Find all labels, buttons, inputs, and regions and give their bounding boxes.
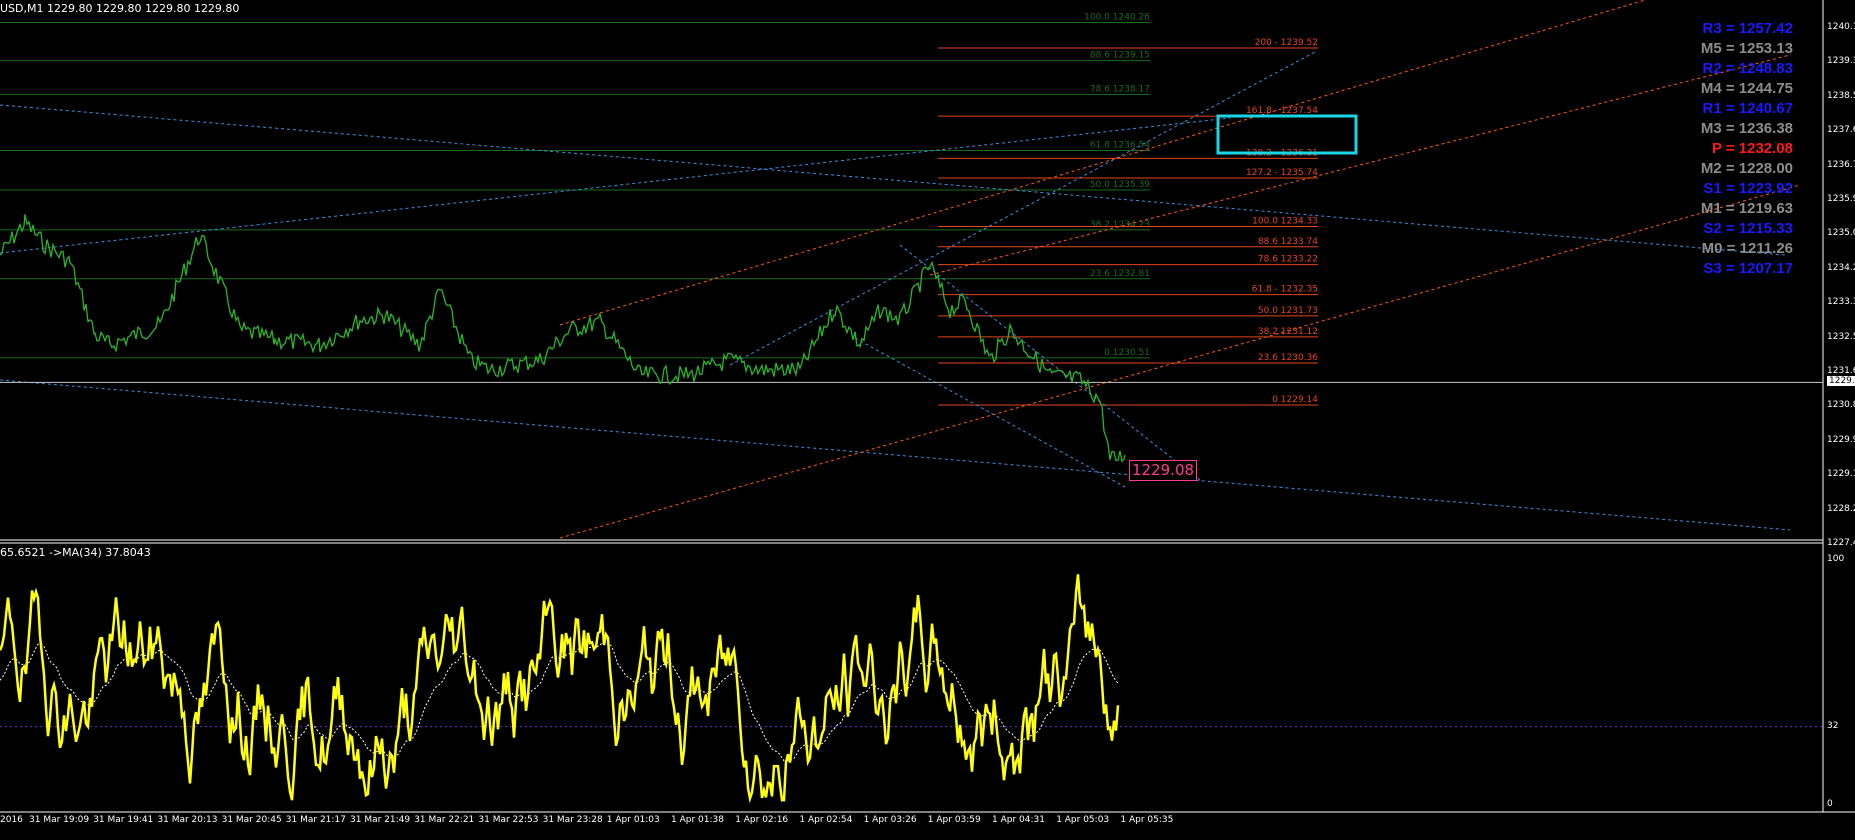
oscillator-pane[interactable] — [0, 574, 1823, 804]
price-axis-label: 1232.5 — [1827, 331, 1855, 342]
time-axis-label: 31 Mar 19:09 — [29, 815, 90, 825]
price-axis-label: 1238.5 — [1827, 90, 1855, 101]
current-price-axis-tag: 1229.8 — [1827, 376, 1855, 387]
fib-green-label: 78.6 1238.17 — [1090, 84, 1150, 94]
osc-axis-label: 0 — [1827, 799, 1833, 809]
osc-axis-label: 100 — [1827, 554, 1845, 564]
time-axis-label: 31 Mar 20:45 — [221, 815, 282, 825]
main-pane-title: USD,M1 1229.80 1229.80 1229.80 1229.80 — [0, 2, 240, 15]
fib-red-label: 78.6 1233.22 — [1258, 255, 1318, 265]
trend-line-blue — [0, 104, 1786, 256]
pivot-level: M4 = 1244.75 — [1700, 80, 1793, 97]
fib-green-label: 0 1230.51 — [1104, 348, 1150, 358]
current-price-marker: 1229.08 — [1129, 460, 1198, 481]
pivot-level: P = 1232.08 — [1711, 140, 1793, 157]
time-axis-label: 1 Apr 05:03 — [1056, 815, 1110, 825]
fib-red-label: 23.6 1230.36 — [1258, 353, 1318, 363]
pivot-levels-panel: R3 = 1257.42 M5 = 1253.13 R2 = 1248.83 M4 =… — [1701, 19, 1793, 279]
trend-line-blue — [0, 379, 1791, 531]
pivot-level: M1 = 1219.63 — [1700, 200, 1793, 217]
pivot-level: M5 = 1253.13 — [1700, 40, 1793, 57]
time-axis-label: 31 Mar 22:21 — [414, 815, 475, 825]
pivot-level: S1 = 1223.92 — [1703, 180, 1793, 197]
price-axis-label: 1239.3 — [1827, 56, 1855, 67]
bottom-tab-bar[interactable] — [0, 834, 1855, 840]
pivot-level: R1 = 1240.67 — [1702, 100, 1794, 117]
pivot-level: R2 = 1248.83 — [1702, 60, 1794, 77]
price-axis-label: 1231.6 — [1827, 366, 1855, 376]
trading-chart[interactable]: 100.0 1240.26 88.6 1239.15 78.6 1238.17 61.… — [0, 0, 1855, 840]
time-axis-label: 31 Mar 21:17 — [285, 815, 346, 825]
price-axis-label: 1229.9 — [1827, 434, 1855, 445]
fib-green-label: 50.0 1235.39 — [1090, 180, 1150, 190]
time-axis-label: 31 Mar 23:28 — [542, 815, 603, 825]
price-axis-label: 1230.8 — [1827, 400, 1855, 411]
price-axis-label: 1227.4 — [1827, 538, 1855, 548]
pivot-level: M3 = 1236.38 — [1700, 120, 1793, 137]
fib-red-label: 0 1229.14 — [1272, 395, 1318, 405]
fib-red-label: 200 - 1239.52 — [1255, 38, 1318, 48]
time-axis-label: 1 Apr 01:03 — [606, 815, 660, 825]
trend-line-orange — [559, 184, 1801, 539]
time-axis-label: 1 Apr 02:16 — [735, 815, 789, 825]
pivot-level: S2 = 1215.33 — [1703, 220, 1793, 237]
oscillator-title: 65.6521 ->MA(34) 37.8043 — [0, 546, 151, 559]
price-axis-label: 1235.9 — [1827, 194, 1855, 204]
pivot-level: R3 = 1257.42 — [1702, 20, 1794, 37]
price-axis-label: 1237.6 — [1827, 125, 1855, 136]
fib-green-label: 100.0 1240.26 — [1084, 12, 1150, 22]
time-axis-label: 31 Mar 22:53 — [478, 815, 539, 825]
pivot-level: M0 = 1211.26 — [1701, 240, 1793, 257]
time-axis-label: 1 Apr 04:31 — [992, 815, 1045, 825]
trend-line-blue — [899, 244, 1201, 481]
fib-green-label: 61.8 1236.54 — [1090, 140, 1150, 150]
fib-red-label: 38.2 1231.12 — [1258, 327, 1318, 337]
pivot-level: M2 = 1228.00 — [1700, 160, 1793, 177]
price-series — [0, 214, 1126, 463]
time-axis-label: 2016 — [0, 815, 23, 825]
time-axis-label: 31 Mar 20:13 — [157, 815, 218, 825]
fib-red-label: 100.0 1234.33 — [1252, 216, 1318, 226]
trend-line-orange — [929, 54, 1791, 276]
fib-green-label: 88.6 1239.15 — [1090, 51, 1150, 61]
time-axis-label: 1 Apr 03:26 — [863, 815, 917, 825]
time-axis-label: 1 Apr 05:35 — [1120, 815, 1174, 825]
osc-line — [0, 574, 1120, 804]
price-axis-label: 1233.3 — [1827, 297, 1855, 308]
fib-red-label: 50.0 1231.73 — [1258, 306, 1318, 316]
fib-red-label: 127.2 - 1235.74 — [1246, 168, 1318, 178]
price-axis-label: 1240.1 — [1827, 22, 1855, 32]
trend-line-blue — [854, 337, 1126, 488]
osc-axis-label: 32 — [1827, 720, 1839, 731]
time-axis-label: 31 Mar 21:49 — [350, 815, 411, 825]
trend-line-blue — [0, 117, 1231, 254]
price-axis-label: 1228.2 — [1827, 503, 1855, 514]
price-axis-label: 1235.0 — [1827, 228, 1855, 239]
price-axis-label: 1229.1 — [1827, 469, 1855, 480]
time-axis-label: 1 Apr 02:54 — [799, 815, 853, 825]
time-axis-label: 1 Apr 03:59 — [927, 815, 981, 825]
fib-red-label: 61.8 - 1232.35 — [1252, 285, 1318, 295]
pivot-level: S3 = 1207.17 — [1703, 260, 1793, 277]
time-axis-label: 31 Mar 19:41 — [93, 815, 154, 825]
time-axis-label: 1 Apr 01:38 — [671, 815, 724, 825]
price-axis-label: 1234.2 — [1827, 262, 1855, 273]
fib-green-label: 23.6 1232.81 — [1090, 269, 1150, 279]
fib-red-label: 88.6 1233.74 — [1258, 237, 1318, 247]
price-axis-label: 1236.7 — [1827, 159, 1855, 170]
